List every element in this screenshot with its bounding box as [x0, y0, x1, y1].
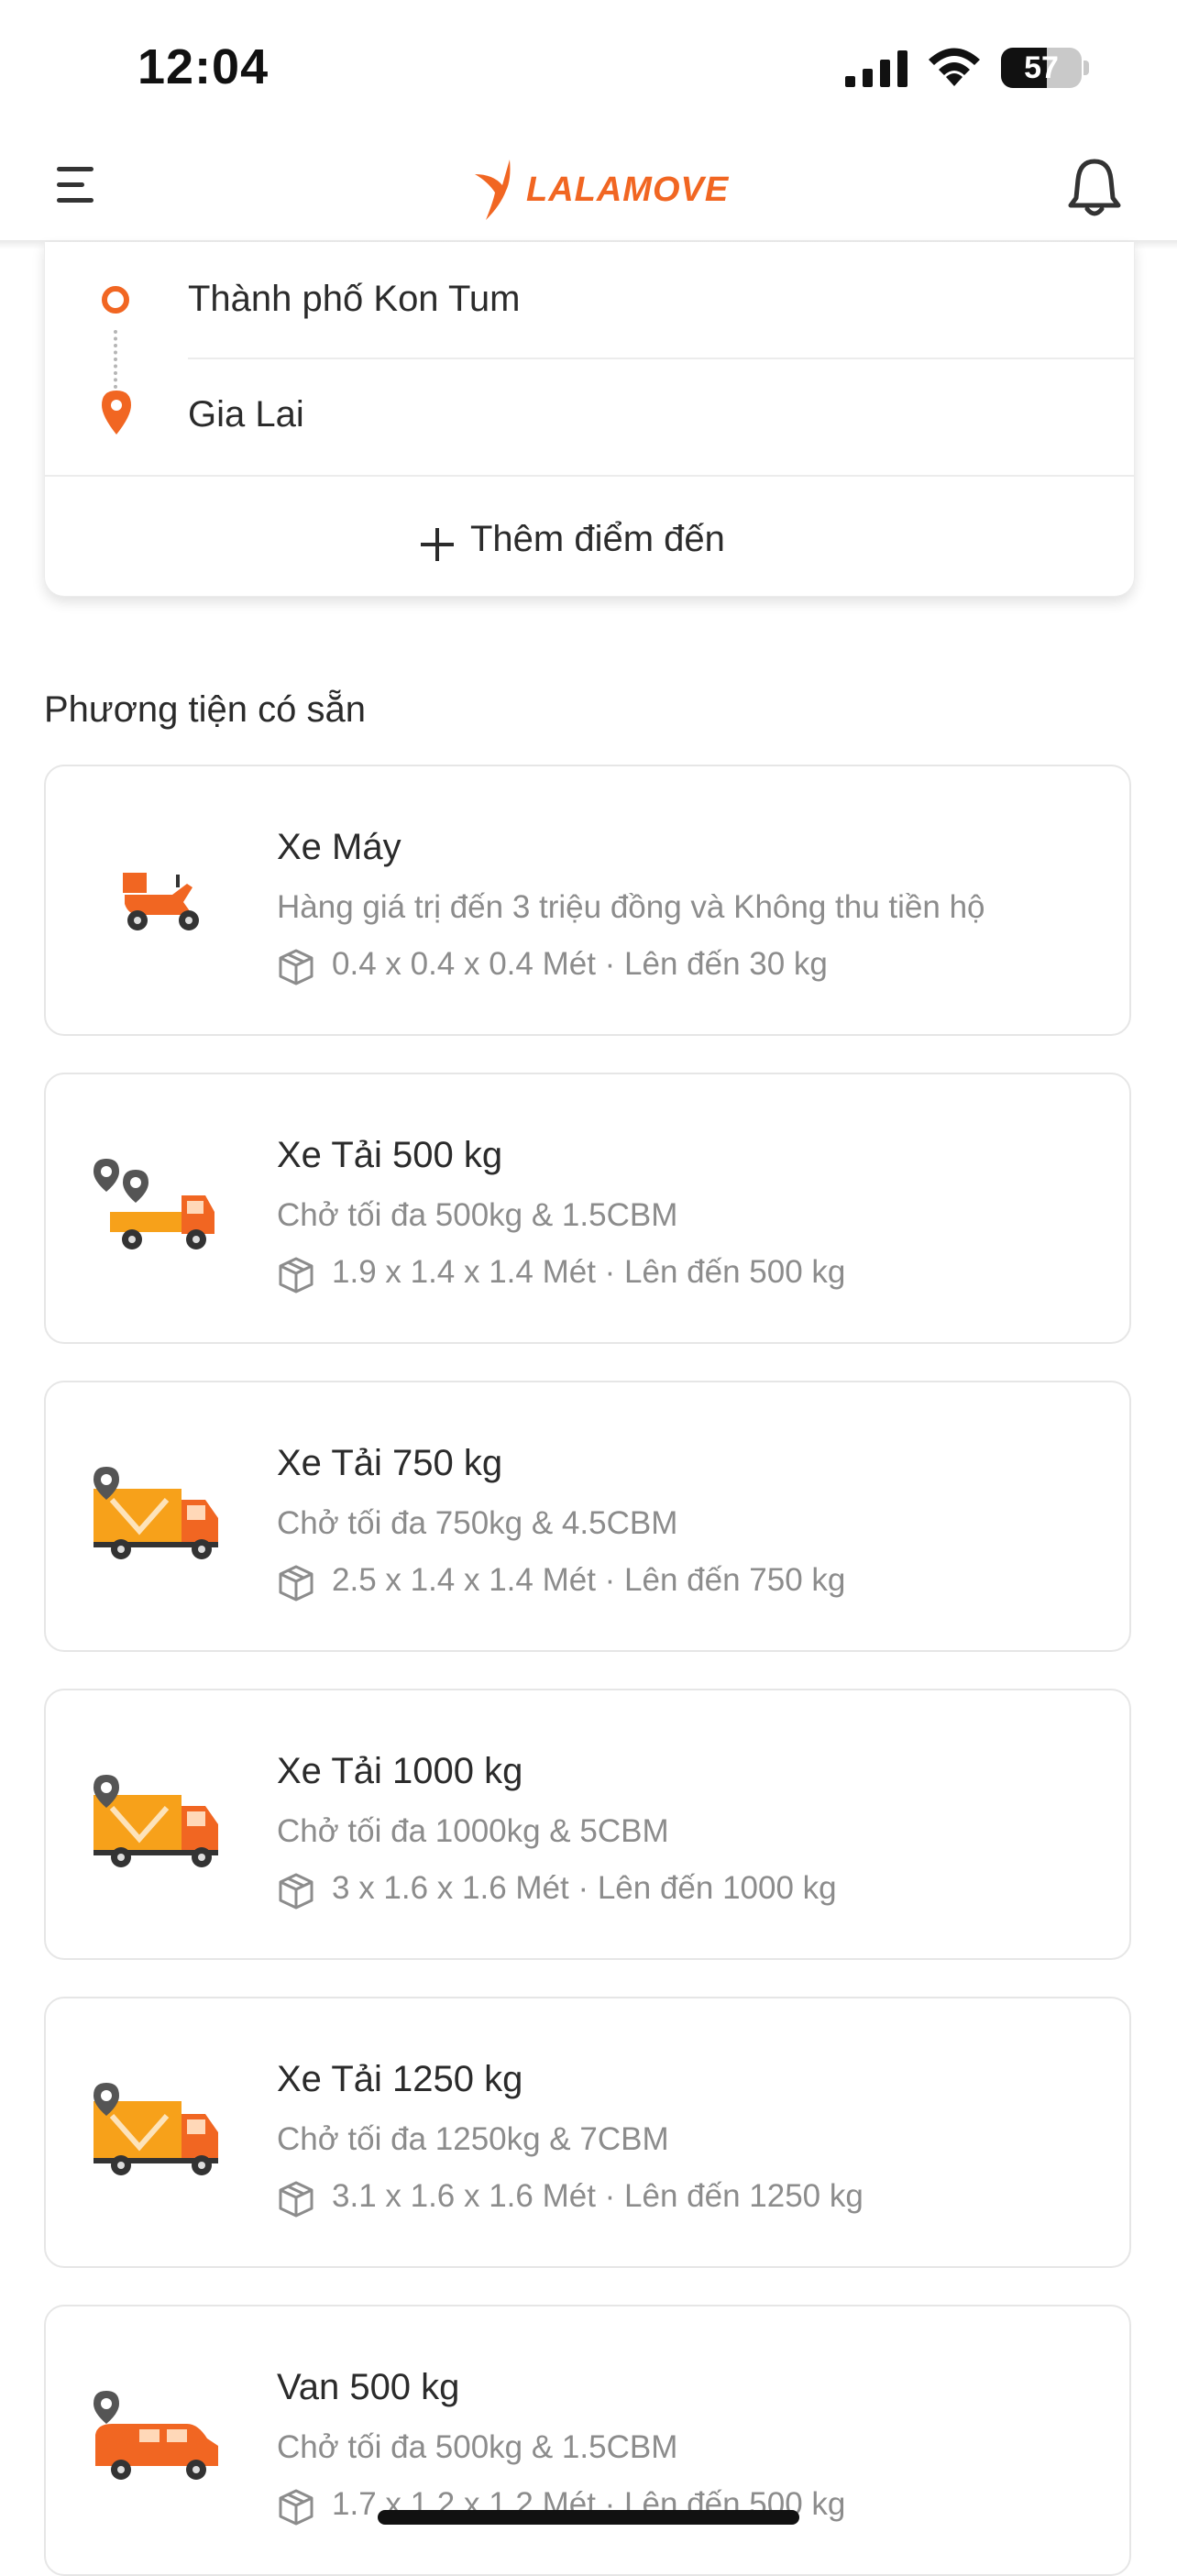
truck-750-icon: [94, 1467, 218, 1559]
vehicle-dimensions: 3.1 x 1.6 x 1.6 Mét · Lên đến 1250 kg: [332, 2178, 864, 2214]
location-pin-icon: [102, 391, 131, 435]
bell-icon[interactable]: [1065, 156, 1124, 218]
vehicle-name: Xe Máy: [277, 827, 402, 867]
battery-indicator: 57: [1001, 48, 1089, 88]
vehicle-card-van-500[interactable]: Van 500 kg Chở tối đa 500kg & 1.5CBM 1.7…: [44, 2305, 1131, 2576]
add-plus-icon: [421, 528, 454, 561]
motorbike-icon: [123, 873, 199, 930]
vehicle-dimensions: 2.5 x 1.4 x 1.4 Mét · Lên đến 750 kg: [332, 1562, 846, 1598]
home-indicator[interactable]: [378, 2510, 799, 2525]
lalamove-logo: LALAMOVE: [469, 152, 728, 226]
status-time: 12:04: [138, 39, 270, 94]
vehicle-description: Chở tối đa 750kg & 4.5CBM: [277, 1505, 678, 1541]
battery-level: 57: [1024, 50, 1059, 85]
vehicle-description: Chở tối đa 1250kg & 7CBM: [277, 2121, 669, 2157]
vehicle-name: Xe Tải 1250 kg: [277, 2059, 523, 2099]
wifi-icon: [929, 48, 980, 86]
dropoff-location: Gia Lai: [188, 394, 304, 435]
hamburger-menu-icon[interactable]: [53, 161, 101, 209]
add-stop-label: Thêm điểm đến: [470, 519, 725, 559]
vehicle-description: Hàng giá trị đến 3 triệu đồng và Không t…: [277, 889, 985, 925]
van-500-icon: [94, 2391, 218, 2480]
pickup-dot-icon: [102, 286, 129, 314]
truck-1000-icon: [94, 1775, 218, 1867]
vehicle-name: Xe Tải 750 kg: [277, 1443, 503, 1483]
vehicle-description: Chở tối đa 1000kg & 5CBM: [277, 1813, 669, 1849]
vehicle-card-truck-1000[interactable]: Xe Tải 1000 kg Chở tối đa 1000kg & 5CBM …: [44, 1689, 1131, 1960]
route-card: Thành phố Kon Tum Gia Lai plus-icon Thêm…: [44, 242, 1135, 597]
vehicle-card-truck-1250[interactable]: Xe Tải 1250 kg Chở tối đa 1250kg & 7CBM …: [44, 1997, 1131, 2268]
vehicle-card-truck-500[interactable]: Xe Tải 500 kg Chở tối đa 500kg & 1.5CBM …: [44, 1073, 1131, 1344]
add-stop-button[interactable]: plus-icon Thêm điểm đến: [45, 477, 1134, 596]
truck-1250-icon: [94, 2083, 218, 2175]
vehicle-card-truck-750[interactable]: Xe Tải 750 kg Chở tối đa 750kg & 4.5CBM …: [44, 1381, 1131, 1652]
vehicle-description: Chở tối đa 500kg & 1.5CBM: [277, 2429, 678, 2465]
vehicle-dimensions: 1.9 x 1.4 x 1.4 Mét · Lên đến 500 kg: [332, 1254, 846, 1290]
truck-500-icon: [94, 1159, 214, 1249]
app-header: LALAMOVE: [0, 138, 1177, 242]
vehicle-dimensions: 3 x 1.6 x 1.6 Mét · Lên đến 1000 kg: [332, 1870, 837, 1906]
vehicle-name: Xe Tải 500 kg: [277, 1135, 503, 1175]
vehicle-card-motorbike[interactable]: Xe Máy Hàng giá trị đến 3 triệu đồng và …: [44, 765, 1131, 1036]
vehicle-description: Chở tối đa 500kg & 1.5CBM: [277, 1197, 678, 1233]
section-title: Phương tiện có sẵn: [44, 689, 366, 730]
vehicle-name: Xe Tải 1000 kg: [277, 1751, 523, 1791]
pickup-row[interactable]: Thành phố Kon Tum: [45, 242, 1134, 358]
cellular-signal-icon: [845, 50, 908, 87]
logo-text: LALAMOVE: [526, 171, 730, 209]
pickup-location: Thành phố Kon Tum: [188, 279, 521, 319]
vehicle-name: Van 500 kg: [277, 2367, 460, 2407]
vehicle-dimensions: 0.4 x 0.4 x 0.4 Mét · Lên đến 30 kg: [332, 946, 828, 982]
status-bar: 12:04 57: [0, 0, 1177, 138]
dropoff-row[interactable]: Gia Lai: [45, 359, 1134, 475]
